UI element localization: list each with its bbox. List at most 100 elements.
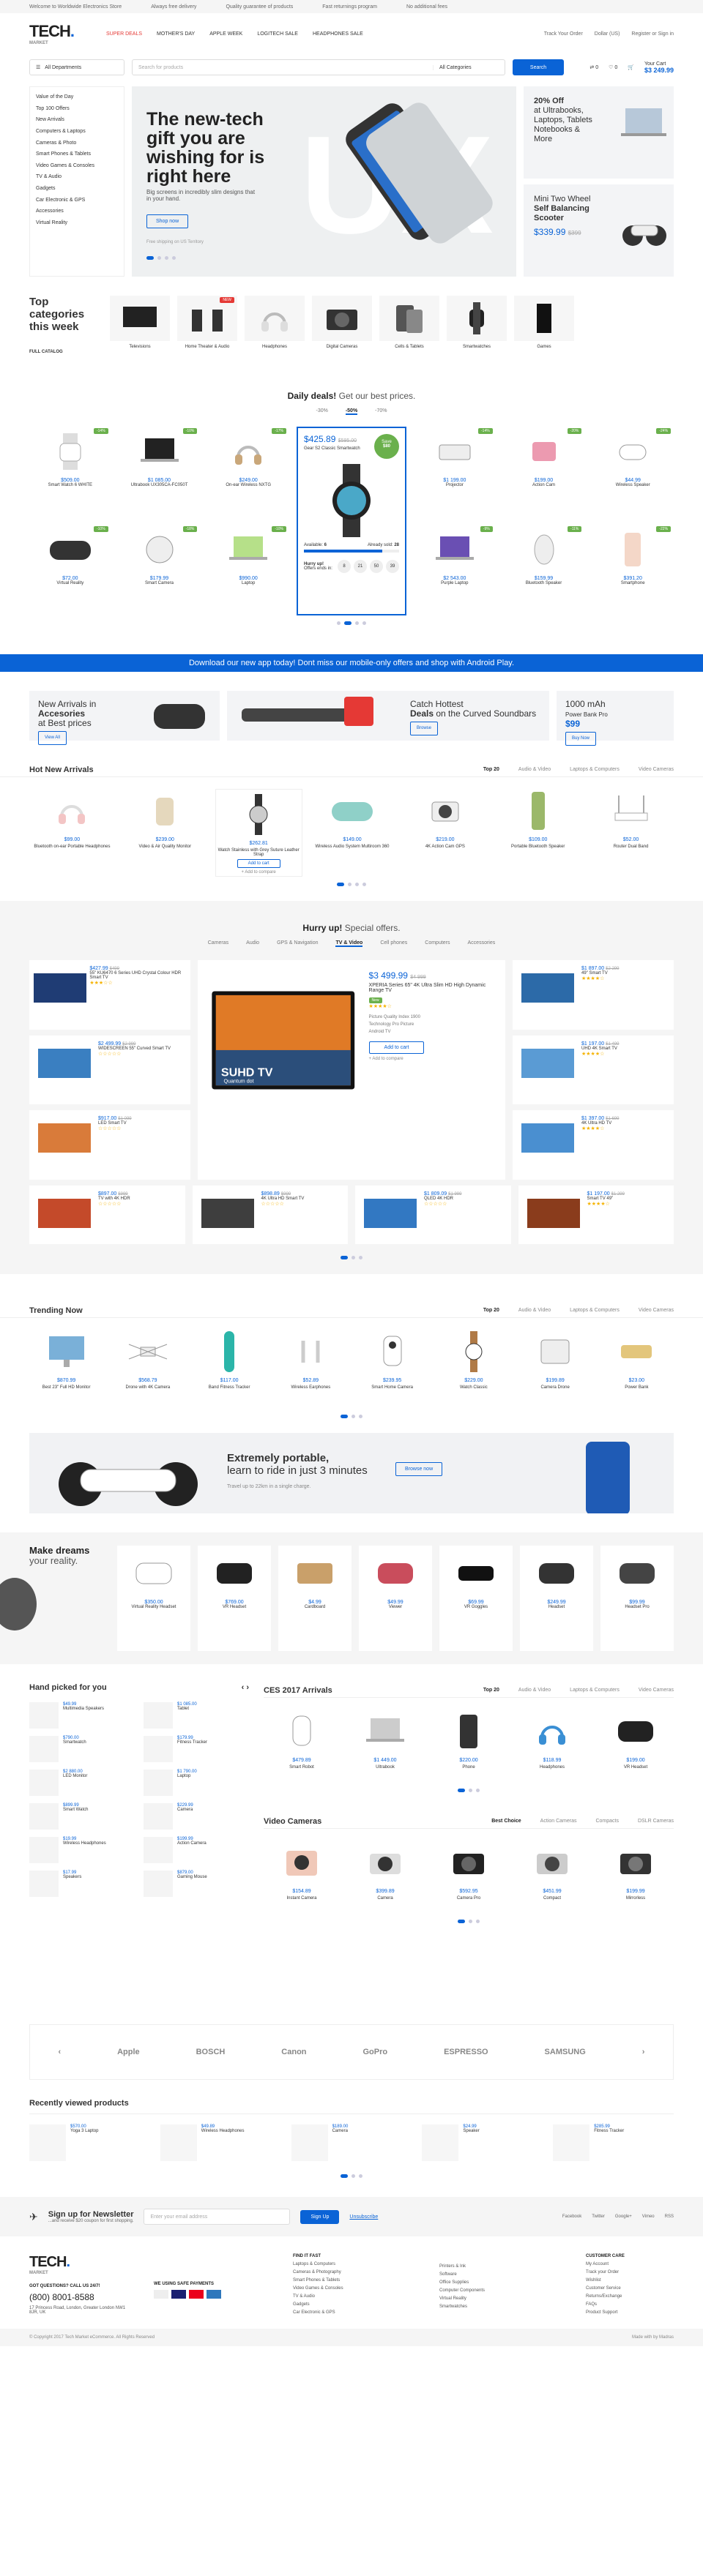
list-item[interactable]: $570.00 Yoga 3 Laptop — [29, 2124, 150, 2168]
list-item[interactable]: $899.99 Smart Watch — [29, 1803, 135, 1831]
slider-dot[interactable] — [172, 256, 176, 260]
slider-dot[interactable] — [362, 621, 366, 625]
footer-link[interactable]: Smart Phones & Tablets — [293, 2278, 417, 2283]
account-link[interactable]: Register or Sign in — [631, 31, 674, 37]
next-arrow-icon[interactable]: › — [642, 2048, 645, 2056]
category-item[interactable]: Games — [514, 296, 574, 369]
tab-audio-video[interactable]: Audio & Video — [518, 1308, 551, 1313]
list-item[interactable]: $49.89 Wireless Headphones — [160, 2124, 281, 2168]
list-item[interactable]: $199.99 Action Camera — [144, 1837, 249, 1865]
footer-link[interactable]: Car Electronic & GPS — [293, 2310, 417, 2315]
slider-dot[interactable] — [469, 1789, 472, 1792]
footer-link[interactable]: Track your Order — [586, 2270, 625, 2274]
offer-item[interactable]: $898.89 $999 4K Ultra HD Smart TV ☆☆☆☆☆ — [192, 1186, 348, 1244]
deal-product[interactable]: -18% $179.99 Smart Camera — [119, 525, 201, 615]
nav-item[interactable]: APPLE WEEK — [209, 31, 242, 37]
facebook-link[interactable]: Facebook — [562, 2214, 581, 2219]
product-card[interactable]: $49.99 Viewer — [359, 1546, 432, 1651]
tab-tv-video[interactable]: TV & Video — [335, 940, 363, 947]
promo-ultrabooks[interactable]: 20% Off at Ultrabooks, Laptops, Tablets Not… — [524, 86, 674, 179]
offer-featured[interactable]: SUHD TV Quantum dot $3 499.99 $4 999 XPER… — [198, 960, 505, 1180]
slider-dot[interactable] — [359, 1415, 362, 1418]
tab-top20[interactable]: Top 20 — [483, 1308, 499, 1313]
slider-dot[interactable] — [359, 2174, 362, 2178]
product-card[interactable]: $52.89 Wireless Earphones — [274, 1330, 348, 1409]
add-to-cart-button[interactable]: Add to cart — [368, 1041, 425, 1054]
footer-link[interactable]: Computer Components — [439, 2288, 564, 2293]
sidebar-item[interactable]: Value of the Day — [30, 91, 124, 103]
product-card[interactable]: $52.00 Router Dual Band — [588, 789, 674, 877]
deal-product[interactable]: -10% $990.00 Laptop — [207, 525, 289, 615]
product-card[interactable]: $117.00 Band Fitness Tracker — [193, 1330, 267, 1409]
tab-best-choice[interactable]: Best Choice — [491, 1819, 521, 1824]
slider-dot[interactable] — [337, 621, 341, 625]
footer-link[interactable]: Video Games & Consoles — [293, 2286, 417, 2291]
tab-accessories[interactable]: Accessories — [468, 940, 496, 947]
search-button[interactable]: Search — [513, 59, 564, 75]
logo[interactable]: TECH. MARKET — [29, 22, 75, 45]
product-card[interactable]: $479.89 Smart Robot — [264, 1710, 340, 1783]
deal-product[interactable]: -20% $199.00 Action Cam — [503, 427, 585, 517]
slider-dot[interactable] — [341, 1415, 348, 1418]
footer-link[interactable]: Virtual Reality — [439, 2296, 564, 2301]
newsletter-email-input[interactable]: Enter your email address — [144, 2209, 291, 2225]
tab-video-cameras[interactable]: Video Cameras — [639, 767, 674, 772]
product-card[interactable]: $4.99 Cardboard — [278, 1546, 352, 1651]
slider-dot[interactable] — [348, 883, 352, 886]
tab-laptops[interactable]: Laptops & Computers — [570, 1688, 620, 1693]
cart-total[interactable]: Your Cart $3 249.99 — [644, 61, 674, 74]
footer-link[interactable]: Gadgets — [293, 2302, 417, 2307]
prev-arrow-icon[interactable]: ‹ — [58, 2048, 61, 2056]
list-item[interactable]: $879.00 Gaming Mouse — [144, 1871, 249, 1898]
sidebar-item[interactable]: Cameras & Photo — [30, 137, 124, 149]
slider-dot[interactable] — [355, 883, 359, 886]
list-item[interactable]: $24.99 Speaker — [422, 2124, 543, 2168]
add-to-cart-button[interactable]: Add to cart — [237, 859, 280, 868]
category-select[interactable]: All Categories — [433, 64, 499, 70]
list-item[interactable]: $19.99 Wireless Headphones — [29, 1837, 135, 1865]
track-order-link[interactable]: Track Your Order — [544, 31, 583, 37]
slider-dot[interactable] — [458, 1789, 465, 1792]
tab-laptops[interactable]: Laptops & Computers — [570, 1308, 620, 1313]
add-to-compare-link[interactable]: + Add to compare — [216, 870, 302, 875]
slider-dot[interactable] — [352, 1415, 355, 1418]
offer-item[interactable]: $1 897.00 $2 299 49" Smart TV ★★★★☆ — [513, 960, 674, 1030]
promo-scooter[interactable]: Mini Two Wheel Self Balancing Scooter $339… — [524, 184, 674, 277]
footer-link[interactable]: TV & Audio — [293, 2294, 417, 2299]
sidebar-item[interactable]: TV & Audio — [30, 171, 124, 183]
tab-video-cameras[interactable]: Video Cameras — [639, 1688, 674, 1693]
nav-item[interactable]: MOTHER'S DAY — [157, 31, 195, 37]
tab-70[interactable]: -70% — [375, 408, 387, 415]
twitter-link[interactable]: Twitter — [592, 2214, 605, 2219]
deal-product[interactable]: -24% $44.99 Wireless Speaker — [592, 427, 674, 517]
product-card[interactable]: $399.89 Camera — [347, 1841, 423, 1914]
buy-now-button[interactable]: Buy Now — [565, 732, 597, 746]
sidebar-item[interactable]: Virtual Reality — [30, 217, 124, 229]
brand-logo[interactable]: Canon — [281, 2048, 306, 2056]
tab-cameras[interactable]: Cameras — [208, 940, 228, 947]
sidebar-item[interactable]: Top 100 Offers — [30, 103, 124, 115]
nav-item[interactable]: LOGITECH SALE — [257, 31, 298, 37]
tab-gps[interactable]: GPS & Navigation — [277, 940, 318, 947]
category-item[interactable]: Headphones — [245, 296, 305, 369]
list-item[interactable]: $285.99 Fitness Tracker — [553, 2124, 674, 2168]
tab-computers[interactable]: Computers — [425, 940, 450, 947]
search-input[interactable]: Search for products All Categories — [132, 59, 505, 75]
list-item[interactable]: $189.00 Camera — [291, 2124, 412, 2168]
product-card[interactable]: $229.00 Watch Classic — [436, 1330, 510, 1409]
tab-action-cameras[interactable]: Action Cameras — [540, 1819, 577, 1824]
deal-product[interactable]: -22% $391.20 Smartphone — [592, 525, 674, 615]
product-card[interactable]: $249.99 Headset — [520, 1546, 593, 1651]
product-card[interactable]: $451.99 Compact — [514, 1841, 590, 1914]
footer-link[interactable]: Cameras & Photography — [293, 2270, 417, 2274]
tab-audio-video[interactable]: Audio & Video — [518, 767, 551, 772]
unsubscribe-link[interactable]: Unsubscribe — [349, 2214, 378, 2220]
add-to-compare-link[interactable]: + Add to compare — [369, 1057, 495, 1061]
product-card[interactable]: $239.00 Video & Air Quality Monitor — [122, 789, 208, 877]
slider-dot[interactable] — [352, 1256, 355, 1259]
brand-logo[interactable]: Apple — [117, 2048, 140, 2056]
ad-accessories[interactable]: New Arrivals in Accesories at Best prices V… — [29, 691, 220, 745]
offer-item[interactable]: $897.00 $999 TV with 4K HDR ☆☆☆☆☆ — [29, 1186, 185, 1244]
category-item[interactable]: Digital Cameras — [312, 296, 372, 369]
featured-deal[interactable]: $425.89 $595.00 Gear S2 Classic Smartwat… — [297, 427, 407, 615]
